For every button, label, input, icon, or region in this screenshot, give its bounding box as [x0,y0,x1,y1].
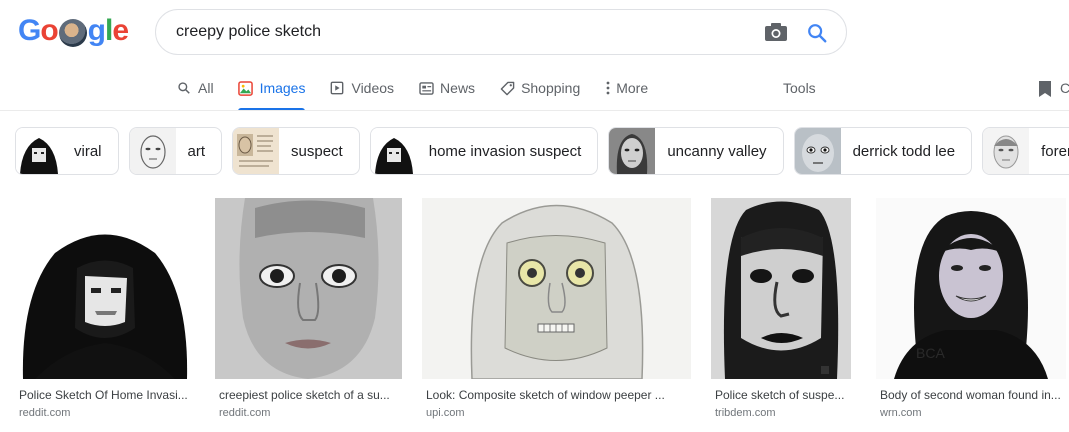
chip-uncanny-valley[interactable]: uncanny valley [608,127,784,175]
tab-videos[interactable]: Videos [329,70,394,106]
result-card[interactable]: Look: Composite sketch of window peeper … [422,198,691,419]
result-source[interactable]: upi.com [422,407,691,419]
tab-shopping[interactable]: Shopping [499,70,580,106]
bookmark-icon[interactable] [1038,80,1052,98]
result-image[interactable] [15,198,195,379]
result-card[interactable]: creepiest police sketch of a su... reddi… [215,198,402,419]
chip-derrick-todd-lee[interactable]: derrick todd lee [793,127,973,175]
tools-button[interactable]: Tools [783,80,816,96]
chip-label: forensi [1041,142,1069,160]
chip-thumbnail [233,128,280,174]
tab-label: More [616,80,649,96]
chip-thumbnail [609,128,656,174]
header-divider [0,110,1069,111]
result-image[interactable]: BCA [876,198,1066,379]
result-title[interactable]: Police Sketch Of Home Invasi... [15,388,195,402]
result-source[interactable]: reddit.com [15,407,195,419]
result-title[interactable]: Police sketch of suspe... [711,388,851,402]
saved-label[interactable]: C [1060,80,1069,96]
result-image[interactable] [215,198,402,379]
chip-thumbnail [129,128,176,174]
chip-label: derrick todd lee [852,142,956,160]
result-title[interactable]: Body of second woman found in... [876,388,1066,402]
chip-home-invasion-suspect[interactable]: home invasion suspect [369,127,599,175]
image-icon [238,80,254,96]
chip-thumbnail [794,128,841,174]
chip-label: home invasion suspect [428,142,582,160]
tab-label: News [440,80,476,96]
related-searches: viral art suspect home invasion suspect … [15,127,1069,175]
chip-thumbnail [16,128,62,174]
tab-label: Shopping [521,80,581,96]
result-source[interactable]: reddit.com [215,407,402,419]
video-icon [329,80,345,96]
result-image[interactable] [711,198,851,379]
tab-images[interactable]: Images [237,70,306,111]
search-icon [176,80,192,96]
more-vert-icon [604,80,612,96]
search-input[interactable]: creepy police sketch [176,23,846,41]
result-image[interactable] [422,198,691,379]
tab-label: Videos [351,80,395,96]
chip-label: suspect [291,142,343,160]
chip-forensic[interactable]: forensi [982,127,1069,175]
result-title[interactable]: Look: Composite sketch of window peeper … [422,388,691,402]
chip-art[interactable]: art [128,127,223,175]
result-source[interactable]: wrn.com [876,407,1066,419]
tab-all[interactable]: All [176,70,214,106]
search-box[interactable]: creepy police sketch [155,9,847,55]
google-logo[interactable]: Gogle [18,14,129,48]
result-card[interactable]: Police sketch of suspe... tribdem.com [711,198,851,419]
tab-label: All [198,80,214,96]
chip-viral[interactable]: viral [15,127,119,175]
news-icon [418,80,434,96]
chip-suspect[interactable]: suspect [232,127,360,175]
result-title[interactable]: creepiest police sketch of a su... [215,388,402,402]
tag-icon [499,80,515,96]
tab-label: Images [259,80,306,96]
chip-thumbnail [370,128,417,174]
tab-more[interactable]: More [604,70,648,106]
camera-icon[interactable] [764,22,788,42]
chip-label: uncanny valley [667,142,767,160]
search-tabs: All Images Videos News Shopping More [176,70,672,111]
result-source[interactable]: tribdem.com [711,407,851,419]
tab-news[interactable]: News [418,70,475,106]
result-card[interactable]: BCA Body of second woman found in... wrn… [876,198,1066,419]
search-icon[interactable] [806,22,828,44]
svg-text:BCA: BCA [916,345,945,361]
doodle-icon [58,19,87,47]
chip-label: viral [74,142,102,160]
result-card[interactable]: Police Sketch Of Home Invasi... reddit.c… [15,198,195,419]
chip-label: art [187,142,206,160]
chip-thumbnail [983,128,1030,174]
